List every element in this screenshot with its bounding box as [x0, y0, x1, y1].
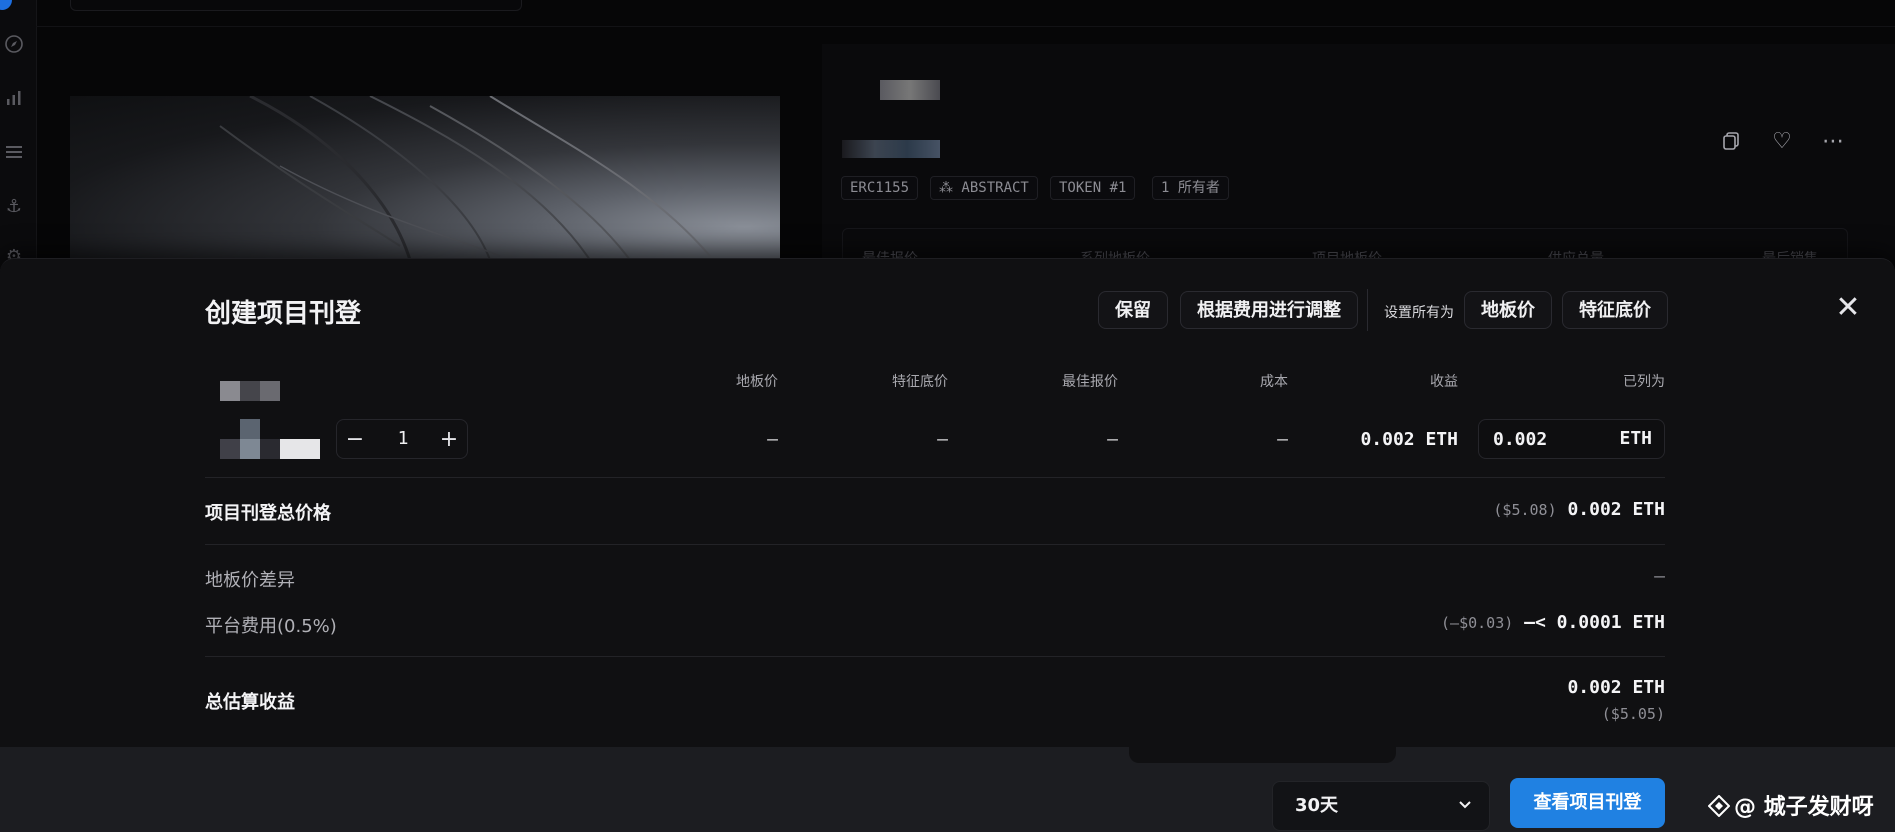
column-floor: 地板价 — [736, 374, 778, 390]
estimated-proceeds-usd: ($5.05) — [1601, 705, 1665, 723]
total-price-eth: 0.002 ETH — [1567, 499, 1665, 520]
list-icon[interactable] — [2, 140, 26, 164]
chevron-down-icon — [1457, 782, 1473, 830]
cell-proceeds: 0.002 ETH — [1360, 429, 1458, 450]
anchor-icon[interactable]: ⚓ — [2, 194, 26, 218]
platform-fee-usd: (–$0.03) — [1441, 614, 1514, 632]
item-collection-thumbnail — [880, 80, 940, 100]
header-divider — [36, 26, 1895, 27]
column-proceeds: 收益 — [1430, 374, 1458, 390]
trait-floor-button[interactable]: 特征底价 — [1562, 291, 1668, 329]
copy-icon[interactable] — [1718, 128, 1744, 154]
column-best-offer: 最佳报价 — [1062, 374, 1118, 390]
divider — [205, 477, 1665, 478]
floor-difference-value: – — [1654, 566, 1665, 587]
watermark-text: @ 城子发财呀 — [1734, 795, 1874, 820]
keep-button[interactable]: 保留 — [1098, 291, 1168, 329]
tag-owners: 1 所有者 — [1152, 176, 1229, 200]
platform-fee-label: 平台费用(0.5%) — [205, 616, 337, 637]
listing-price-field[interactable]: ETH — [1478, 419, 1665, 459]
tag-token: TOKEN #1 — [1050, 176, 1136, 200]
duration-select[interactable]: 30天 — [1272, 781, 1490, 831]
tag-chain: ⁂ ABSTRACT — [930, 176, 1038, 200]
quantity-value[interactable]: 1 — [377, 420, 429, 458]
quantity-stepper[interactable]: − 1 + — [336, 419, 468, 459]
column-listed-as: 已列为 — [1623, 374, 1665, 390]
cell-trait-floor: – — [937, 429, 948, 450]
app-logo[interactable] — [0, 0, 12, 10]
listing-price-unit: ETH — [1619, 428, 1652, 449]
estimated-proceeds-eth: 0.002 ETH — [1567, 677, 1665, 698]
item-thumbnail — [218, 379, 328, 469]
increment-button[interactable]: + — [431, 420, 467, 458]
platform-fee-value: (–$0.03) –< 0.0001 ETH — [1441, 612, 1665, 633]
tag-standard: ERC1155 — [841, 176, 919, 200]
footer-tab — [1129, 747, 1396, 763]
total-price-label: 项目刊登总价格 — [205, 503, 331, 524]
cell-floor: – — [767, 429, 778, 450]
set-all-label: 设置所有为 — [1384, 305, 1454, 321]
total-price-usd: ($5.08) — [1493, 501, 1557, 519]
cell-best-offer: – — [1107, 429, 1118, 450]
heart-icon[interactable]: ♡ — [1769, 128, 1795, 154]
floor-difference-label: 地板价差异 — [205, 570, 295, 591]
compass-icon[interactable] — [2, 32, 26, 56]
create-listing-modal: 创建项目刊登 保留 根据费用进行调整 设置所有为 地板价 特征底价 ✕ 地板价 … — [0, 258, 1895, 832]
header-separator — [1367, 289, 1368, 331]
more-options-icon[interactable]: ⋯ — [1820, 128, 1846, 154]
divider — [205, 544, 1665, 545]
column-cost: 成本 — [1260, 374, 1288, 390]
decrement-button[interactable]: − — [337, 420, 373, 458]
platform-fee-eth: –< 0.0001 ETH — [1524, 612, 1665, 633]
diamond-logo-icon — [1707, 794, 1731, 818]
estimated-proceeds-label: 总估算收益 — [205, 692, 295, 713]
adjust-for-fees-button[interactable]: 根据费用进行调整 — [1180, 291, 1358, 329]
top-search-bar[interactable] — [70, 0, 522, 11]
item-name-thumbnail — [842, 140, 940, 158]
cell-cost: – — [1277, 429, 1288, 450]
floor-price-button[interactable]: 地板价 — [1464, 291, 1552, 329]
close-icon[interactable]: ✕ — [1830, 289, 1866, 325]
listing-price-input[interactable] — [1493, 420, 1593, 458]
column-trait-floor: 特征底价 — [892, 374, 948, 390]
divider — [205, 656, 1665, 657]
total-price-value: ($5.08) 0.002 ETH — [1493, 499, 1665, 520]
modal-title: 创建项目刊登 — [205, 299, 362, 329]
review-listing-button[interactable]: 查看项目刊登 — [1510, 778, 1665, 828]
duration-value: 30天 — [1295, 795, 1339, 816]
nft-hero-image — [70, 96, 780, 260]
bar-chart-icon[interactable] — [2, 86, 26, 110]
watermark: @ 城子发财呀 — [1707, 789, 1874, 821]
